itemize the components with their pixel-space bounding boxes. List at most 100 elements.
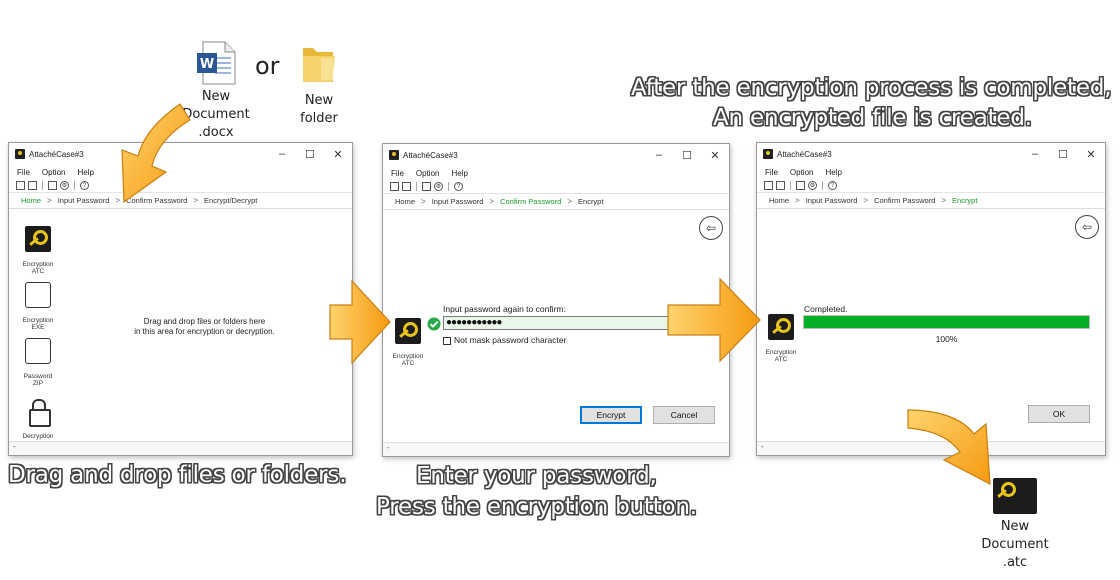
menu-file[interactable]: File bbox=[17, 168, 30, 177]
decrypt-toolbar-icon[interactable] bbox=[402, 182, 411, 191]
lock-toolbar-icon[interactable] bbox=[48, 181, 57, 190]
gear-icon[interactable]: ⚙ bbox=[434, 182, 443, 191]
caption-step2-line2: Press the encryption button. bbox=[376, 494, 697, 520]
breadcrumb-home[interactable]: Home bbox=[769, 196, 789, 205]
atc-encryption-icon bbox=[768, 314, 794, 340]
progress-percent: 100% bbox=[935, 334, 958, 344]
window-title: AttachéCase#3 bbox=[29, 149, 84, 159]
show-password-checkbox[interactable] bbox=[443, 336, 451, 345]
menu-help[interactable]: Help bbox=[77, 168, 93, 177]
help-icon[interactable]: ? bbox=[454, 182, 463, 191]
toolbar-separator bbox=[448, 182, 449, 191]
sidebar-item-encryption-atc[interactable]: Encryption ATC bbox=[18, 219, 58, 275]
help-icon[interactable]: ? bbox=[828, 181, 837, 190]
mode-indicator: Encryption ATC bbox=[388, 311, 428, 367]
breadcrumb-home[interactable]: Home bbox=[395, 197, 415, 206]
toolbar-separator bbox=[822, 181, 823, 190]
menu-bar: File Option Help bbox=[383, 166, 729, 180]
help-icon[interactable]: ? bbox=[80, 181, 89, 190]
sidebar-item-label: Decryption bbox=[22, 433, 54, 440]
gear-icon[interactable]: ⚙ bbox=[60, 181, 69, 190]
toolbar-separator bbox=[42, 181, 43, 190]
back-button[interactable]: ⇦ bbox=[1075, 215, 1099, 239]
atc-encryption-icon bbox=[395, 318, 421, 344]
zip-password-icon bbox=[25, 338, 51, 364]
decrypt-toolbar-icon[interactable] bbox=[776, 181, 785, 190]
sidebar-item-label: Encryption ATC bbox=[22, 261, 54, 275]
checkbox-label: Not mask password character bbox=[454, 335, 567, 345]
arrow-left-icon: ⇦ bbox=[1081, 220, 1093, 234]
decrypt-toolbar-icon[interactable] bbox=[28, 181, 37, 190]
chevron-right-icon: > bbox=[863, 196, 869, 205]
back-button[interactable]: ⇦ bbox=[699, 216, 723, 240]
title-bar: AttachéCase#3 – ☐ ✕ bbox=[757, 143, 1105, 165]
breadcrumb-home[interactable]: Home bbox=[21, 196, 41, 205]
close-button[interactable]: ✕ bbox=[324, 148, 352, 161]
toolbar-separator bbox=[790, 181, 791, 190]
menu-option[interactable]: Option bbox=[416, 169, 440, 178]
encrypt-toolbar-icon[interactable] bbox=[764, 181, 773, 190]
breadcrumb-input-password[interactable]: Input Password bbox=[432, 197, 484, 206]
sidebar-item-encryption-exe[interactable]: Encryption EXE bbox=[18, 275, 58, 331]
caption-step3-line1: After the encryption process is complete… bbox=[631, 75, 1112, 101]
minimize-button[interactable]: – bbox=[645, 149, 673, 161]
drop-hint-line1: Drag and drop files or folders here bbox=[143, 317, 266, 326]
desktop-file-atc[interactable]: New Document .atc bbox=[980, 478, 1050, 572]
breadcrumb-encrypt: Encrypt bbox=[578, 197, 604, 206]
chevron-right-icon: > bbox=[941, 196, 947, 205]
ok-button[interactable]: OK bbox=[1028, 405, 1090, 423]
encrypt-button[interactable]: Encrypt bbox=[580, 406, 642, 424]
menu-option[interactable]: Option bbox=[42, 168, 66, 177]
maximize-button[interactable]: ☐ bbox=[1049, 148, 1077, 161]
caption-step2-line1: Enter your password, bbox=[416, 463, 657, 489]
menu-help[interactable]: Help bbox=[451, 169, 467, 178]
show-password-checkbox-row[interactable]: Not mask password character bbox=[443, 335, 566, 345]
mode-label: Encryption ATC bbox=[765, 349, 797, 363]
minimize-button[interactable]: – bbox=[1021, 148, 1049, 160]
maximize-button[interactable]: ☐ bbox=[296, 148, 324, 161]
arrow-right-step3-icon bbox=[667, 277, 761, 363]
caption-step1: Drag and drop files or folders. bbox=[8, 462, 347, 488]
menu-file[interactable]: File bbox=[765, 168, 778, 177]
minimize-button[interactable]: – bbox=[268, 148, 296, 160]
sidebar-item-decryption[interactable]: Decryption bbox=[18, 391, 58, 440]
chevron-right-icon: > bbox=[47, 196, 52, 205]
encrypt-toolbar-icon[interactable] bbox=[16, 181, 25, 190]
close-button[interactable]: ✕ bbox=[701, 149, 729, 162]
menu-file[interactable]: File bbox=[391, 169, 404, 178]
desktop-folder[interactable]: New folder bbox=[296, 42, 342, 128]
gear-icon[interactable]: ⚙ bbox=[808, 181, 817, 190]
password-prompt: Input password again to confirm: bbox=[443, 304, 566, 314]
breadcrumb-confirm-password[interactable]: Confirm Password bbox=[874, 196, 935, 205]
app-icon bbox=[15, 149, 25, 159]
breadcrumb-confirm-password: Confirm Password bbox=[500, 197, 562, 206]
drop-area[interactable]: Drag and drop files or folders here in t… bbox=[59, 209, 350, 439]
lock-toolbar-icon[interactable] bbox=[422, 182, 431, 191]
mode-indicator: Encryption ATC bbox=[761, 307, 801, 363]
atc-encryption-icon bbox=[25, 226, 51, 252]
toolbar: ⚙ ? bbox=[757, 179, 1105, 193]
maximize-button[interactable]: ☐ bbox=[673, 149, 701, 162]
caption-step3-line2: An encrypted file is created. bbox=[713, 105, 1032, 131]
sidebar-item-password-zip[interactable]: Password ZIP bbox=[18, 331, 58, 387]
check-ok-icon bbox=[427, 317, 441, 331]
menu-option[interactable]: Option bbox=[790, 168, 814, 177]
breadcrumb-input-password[interactable]: Input Password bbox=[806, 196, 858, 205]
lock-icon bbox=[25, 398, 51, 427]
encrypt-toolbar-icon[interactable] bbox=[390, 182, 399, 191]
breadcrumb-encrypt: Encrypt bbox=[952, 196, 978, 205]
arrow-left-icon: ⇦ bbox=[705, 221, 717, 235]
lock-toolbar-icon[interactable] bbox=[796, 181, 805, 190]
toolbar-separator bbox=[416, 182, 417, 191]
cancel-button[interactable]: Cancel bbox=[653, 406, 715, 424]
menu-help[interactable]: Help bbox=[825, 168, 841, 177]
breadcrumb: Home > Input Password > Confirm Password… bbox=[383, 194, 729, 210]
chevron-right-icon: > bbox=[567, 197, 573, 206]
menu-bar: File Option Help bbox=[757, 165, 1105, 179]
close-button[interactable]: ✕ bbox=[1077, 148, 1105, 161]
curved-arrow-drag-icon bbox=[121, 103, 191, 204]
atc-key-file-icon bbox=[993, 478, 1037, 514]
or-text: or bbox=[255, 52, 280, 80]
folder-icon bbox=[303, 48, 335, 82]
status-bar: - bbox=[9, 441, 352, 455]
